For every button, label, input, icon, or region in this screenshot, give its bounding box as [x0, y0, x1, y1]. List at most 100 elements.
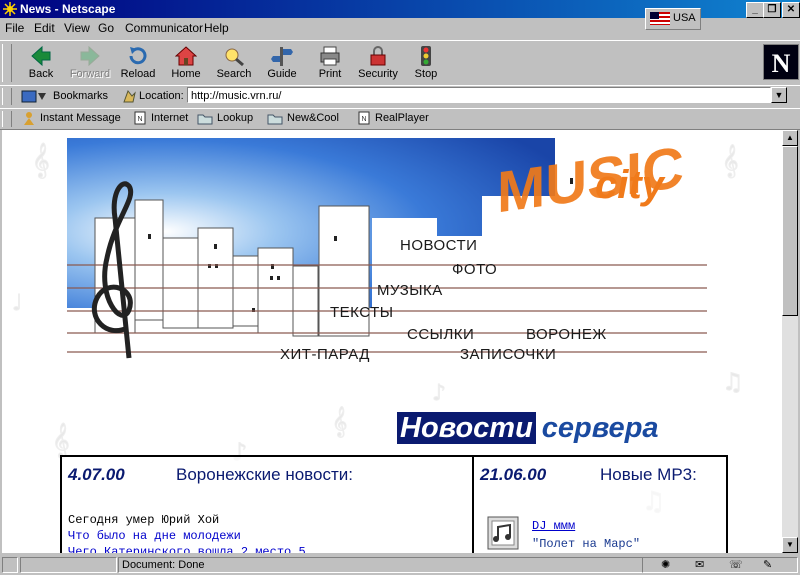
bookmarks-icon [21, 90, 46, 103]
mp3-artist-link[interactable]: DJ ммм [532, 519, 575, 533]
new-cool-label: New&Cool [287, 112, 339, 124]
menu-edit[interactable]: Edit [34, 21, 55, 35]
document-icon: N [358, 111, 370, 125]
search-icon [225, 48, 244, 67]
svg-text:N: N [137, 116, 142, 123]
folder-icon [197, 114, 213, 125]
connection-status-icon [2, 557, 18, 573]
mp3-title: Новые МР3: [600, 465, 697, 484]
netscape-app-icon[interactable] [3, 2, 17, 16]
print-label: Print [318, 68, 342, 80]
guide-button[interactable]: Guide [257, 43, 307, 83]
url-dropdown-button[interactable]: ▼ [771, 87, 787, 103]
news-line: Сегодня умер Юрий Хой [68, 513, 220, 527]
window-title: News - Netscape [20, 2, 116, 16]
url-input[interactable]: http://music.vrn.ru/ [187, 87, 771, 103]
nav-links[interactable]: ССЫЛКИ [407, 326, 474, 343]
menu-help[interactable]: Help [204, 21, 229, 35]
guide-label: Guide [267, 68, 297, 80]
news-date: 4.07.00 [68, 465, 125, 484]
progress-box [20, 557, 117, 573]
personal-grip[interactable] [2, 111, 12, 127]
svg-text:N: N [361, 116, 366, 123]
reload-icon [129, 47, 147, 65]
forward-arrow-icon [80, 45, 100, 67]
locale-button[interactable]: USA [645, 8, 701, 30]
news-heading-part1: Новости [397, 412, 536, 444]
scroll-up-button[interactable]: ▲ [782, 130, 798, 146]
svg-text:𝄞: 𝄞 [32, 143, 50, 179]
scroll-down-button[interactable]: ▼ [782, 537, 798, 553]
menu-view[interactable]: View [64, 21, 90, 35]
minimize-button[interactable]: _ [746, 2, 764, 18]
print-button[interactable]: Print [305, 43, 355, 83]
reload-button[interactable]: Reload [113, 43, 163, 83]
nav-notes[interactable]: ЗАПИСОЧКИ [460, 346, 556, 363]
new-cool-link[interactable]: New&Cool [267, 111, 339, 125]
svg-text:♩: ♩ [12, 291, 22, 316]
bookmarks-button[interactable]: Bookmarks [20, 88, 108, 104]
forward-button[interactable]: Forward [65, 43, 115, 83]
internet-link[interactable]: N Internet [133, 111, 188, 125]
netscape-n-icon: N [764, 45, 798, 79]
instant-message-label: Instant Message [40, 112, 121, 124]
guide-icon [271, 47, 293, 66]
news-link[interactable]: Что было на дне молодежи [68, 529, 241, 543]
padlock-icon [370, 46, 386, 66]
news-link[interactable]: Чего Катеринского вошла 2 место 5 [68, 545, 306, 553]
mail-icon[interactable]: ✉ [695, 558, 704, 571]
maximize-button[interactable]: ❐ [763, 2, 781, 18]
bookmarks-label: Bookmarks [53, 90, 109, 102]
instant-message-link[interactable]: Instant Message [22, 111, 121, 125]
scroll-thumb[interactable] [782, 146, 798, 316]
home-label: Home [171, 68, 201, 80]
svg-text:N: N [772, 49, 791, 78]
stop-button[interactable]: Stop [401, 43, 451, 83]
audio-file-icon[interactable] [486, 515, 522, 551]
svg-text:♪: ♪ [432, 381, 446, 406]
back-label: Back [28, 68, 54, 80]
realplayer-link[interactable]: N RealPlayer [357, 111, 429, 125]
security-label: Security [358, 68, 398, 80]
menu-go[interactable]: Go [98, 21, 114, 35]
person-icon [24, 112, 34, 125]
nav-photo[interactable]: ФОТО [452, 261, 497, 278]
site-banner: city MUSIC НОВОСТИ ФОТО МУЗЫКА ТЕКСТЫ СС… [67, 135, 712, 368]
stop-sign-icon [421, 46, 431, 66]
location-grip[interactable] [2, 88, 12, 105]
mp3-date: 21.06.00 [480, 465, 547, 484]
menu-file[interactable]: File [5, 21, 24, 35]
lookup-link[interactable]: Lookup [197, 111, 253, 125]
location-label-group: Location: [122, 89, 184, 103]
nav-voronezh[interactable]: ВОРОНЕЖ [526, 326, 607, 343]
page-proxy-icon[interactable] [122, 89, 136, 103]
svg-text:𝄞: 𝄞 [722, 144, 739, 178]
nav-texts[interactable]: ТЕКСТЫ [330, 304, 394, 321]
netscape-throbber-logo[interactable]: N [763, 44, 799, 80]
nav-hit-parade[interactable]: ХИТ-ПАРАД [280, 346, 370, 363]
security-button[interactable]: Security [353, 43, 403, 83]
home-button[interactable]: Home [161, 43, 211, 83]
search-button[interactable]: Search [209, 43, 259, 83]
toolbar-grip[interactable] [2, 44, 12, 82]
back-button[interactable]: Back [16, 43, 66, 83]
menu-communicator[interactable]: Communicator [125, 21, 203, 35]
nav-news[interactable]: НОВОСТИ [400, 237, 477, 254]
discussion-icon[interactable]: ☏ [729, 558, 743, 571]
nav-music[interactable]: МУЗЫКА [377, 282, 443, 299]
composer-icon[interactable]: ✎ [763, 558, 772, 571]
search-label: Search [216, 68, 252, 80]
us-flag-icon [650, 12, 670, 25]
vertical-scrollbar[interactable]: ▲ ▼ [782, 130, 798, 553]
mp3-panel: 21.06.00 Новые МР3: DJ ммм "Полет на Мар… [472, 455, 728, 553]
home-icon [175, 46, 197, 66]
personal-toolbar: Instant Message N Internet Lookup New&Co… [0, 108, 800, 130]
internet-label: Internet [151, 112, 189, 124]
component-bar: ✺ ✉ ☏ ✎ [642, 557, 798, 573]
close-button[interactable]: ✕ [782, 2, 800, 18]
news-title: Воронежские новости: [176, 465, 353, 484]
stop-label: Stop [414, 68, 438, 80]
reload-label: Reload [120, 68, 156, 80]
news-heading-part2: сервера [541, 412, 659, 444]
navigator-icon[interactable]: ✺ [661, 558, 670, 571]
